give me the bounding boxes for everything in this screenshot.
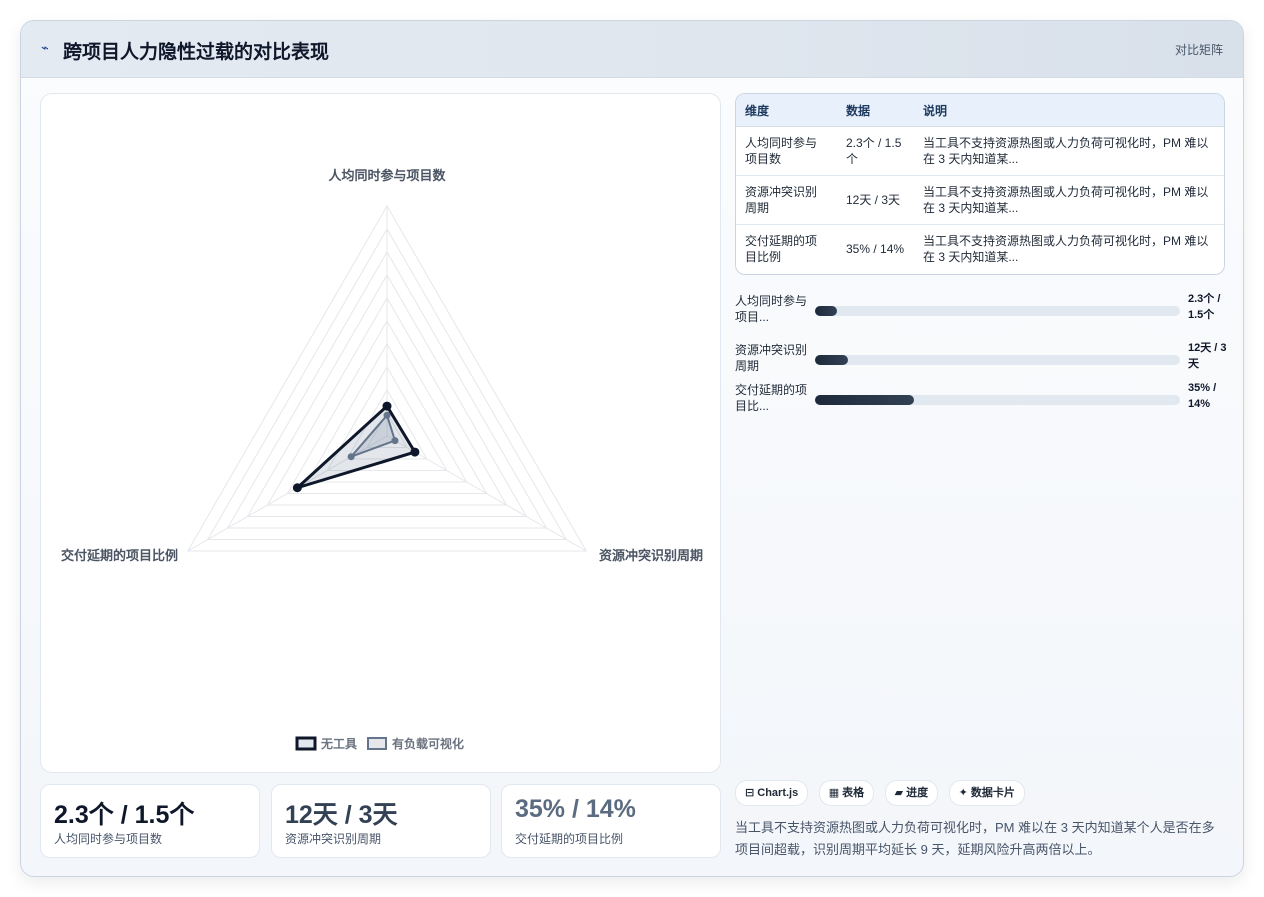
progress-row-projects: 人均同时参与项目... 2.3个 / 1.5个 bbox=[735, 293, 1225, 333]
radar-data-point bbox=[383, 411, 391, 419]
table-row: 交付延期的项目比例 35% / 14% 当工具不支持资源热图或人力负荷可视化时，… bbox=[736, 225, 1224, 274]
table-cell: 当工具不支持资源热图或人力负荷可视化时，PM 难以在 3 天内知道某... bbox=[923, 234, 1209, 264]
radar-axis-label: 交付延期的项目比例 bbox=[61, 548, 178, 563]
view-tag: 对比矩阵 bbox=[1174, 43, 1223, 57]
progress-track bbox=[815, 306, 1180, 316]
chip-progress[interactable]: ▰ 进度 bbox=[884, 780, 939, 806]
table-cell: 人均同时参与项目数 bbox=[736, 126, 837, 176]
table-cell: 当工具不支持资源热图或人力负荷可视化时，PM 难以在 3 天内知道某... bbox=[914, 126, 1224, 176]
radar-data-point bbox=[292, 483, 302, 493]
progress-fill bbox=[815, 355, 848, 365]
progress-fill bbox=[815, 306, 837, 316]
chip-list: ⊟ Chart.js ▦ 表格 ▰ 进度 ✦ 数据卡片 bbox=[735, 780, 1031, 806]
progress-track bbox=[815, 395, 1180, 405]
radar-axis-label: 人均同时参与项目数 bbox=[328, 168, 446, 183]
radar-data-point bbox=[347, 453, 355, 461]
chip-data-cards[interactable]: ✦ 数据卡片 bbox=[948, 780, 1025, 806]
progress-fill bbox=[815, 395, 914, 405]
matrix-card: ⌁ 跨项目人力隐性过载的对比表现 对比矩阵 人均同时参与项目数 资源冲突识别周期交… bbox=[20, 20, 1244, 877]
progress-label: 资源冲突识别周期 bbox=[735, 343, 808, 373]
legend-swatch bbox=[295, 736, 317, 751]
legend-label: 无工具 bbox=[320, 737, 357, 751]
column-header: 维度 bbox=[736, 94, 837, 127]
data-table: 维度 数据 说明 人均同时参与项目数 2.3个 / 1.5个 当工具不支持资源热… bbox=[735, 93, 1225, 275]
legend-label: 有负载可视化 bbox=[392, 736, 464, 751]
kpi-label: 人均同时参与项目数 bbox=[54, 832, 163, 846]
table-cell: 当工具不支持资源热图或人力负荷可视化时，PM 难以在 3 天内知道某... bbox=[914, 175, 1224, 225]
table-row: 资源冲突识别周期 12天 / 3天 当工具不支持资源热图或人力负荷可视化时，PM… bbox=[736, 175, 1224, 225]
table-cell: 12天 / 3天 bbox=[837, 175, 914, 225]
radar-data-point bbox=[410, 447, 420, 457]
line-chart-icon: ⌁ bbox=[41, 40, 49, 55]
kpi-label: 交付延期的项目比例 bbox=[515, 832, 624, 846]
radar-series-area bbox=[295, 404, 417, 490]
kpi-value: 12天 / 3天 bbox=[285, 801, 398, 829]
kpi-card-conflict: 12天 / 3天 资源冲突识别周期 bbox=[271, 784, 491, 858]
column-header: 数据 bbox=[837, 94, 914, 127]
radar-data-point bbox=[382, 401, 392, 411]
chip-table[interactable]: ▦ 表格 bbox=[818, 780, 875, 806]
radar-data-point bbox=[391, 437, 399, 445]
radar-axis-label: 资源冲突识别周期 bbox=[599, 548, 703, 563]
progress-row-conflict: 资源冲突识别周期 12天 / 3天 bbox=[735, 342, 1227, 382]
table-cell: 资源冲突识别周期 bbox=[736, 175, 837, 225]
legend-swatch bbox=[367, 737, 387, 750]
page-title: 跨项目人力隐性过载的对比表现 bbox=[63, 42, 330, 63]
progress-value: 35% / 14% bbox=[1188, 382, 1217, 410]
kpi-card-delay: 35% / 14% 交付延期的项目比例 bbox=[501, 784, 721, 858]
progress-row-delay: 交付延期的项目比... 35% / 14% bbox=[735, 382, 1225, 422]
table-cell: 交付延期的项目比例 bbox=[745, 234, 818, 264]
radar-chart: 人均同时参与项目数资源冲突识别周期 交付延期的项目比例无工具 有负载可视化 bbox=[61, 168, 703, 751]
radar-chart-panel: 人均同时参与项目数资源冲突识别周期 交付延期的项目比例无工具 有负载可视化 bbox=[40, 93, 721, 773]
column-header: 说明 bbox=[914, 94, 1224, 127]
table-row: 人均同时参与项目数 2.3个 / 1.5个 当工具不支持资源热图或人力负荷可视化… bbox=[736, 126, 1224, 176]
progress-label: 人均同时参与项目... bbox=[735, 294, 808, 324]
table-cell: 35% / 14% bbox=[846, 242, 905, 256]
progress-label: 交付延期的项目比... bbox=[735, 383, 808, 413]
table-cell: 2.3个 / 1.5个 bbox=[837, 126, 914, 176]
kpi-card-projects: 2.3个 / 1.5个 人均同时参与项目数 bbox=[40, 784, 260, 858]
kpi-label: 资源冲突识别周期 bbox=[285, 832, 382, 846]
chip-chartjs[interactable]: ⊟ Chart.js bbox=[735, 780, 809, 806]
card-header: ⌁ 跨项目人力隐性过载的对比表现 对比矩阵 bbox=[21, 21, 1243, 78]
summary-text: 当工具不支持资源热图或人力负荷可视化时，PM 难以在 3 天内知道某个人是否在多… bbox=[735, 820, 1215, 857]
progress-value: 2.3个 / 1.5个 bbox=[1188, 293, 1221, 321]
kpi-value: 2.3个 / 1.5个 bbox=[54, 801, 195, 829]
kpi-value: 35% / 14% bbox=[515, 795, 636, 823]
table-header-row: 维度 数据 说明 bbox=[736, 94, 1224, 127]
progress-value: 12天 / 3天 bbox=[1188, 342, 1227, 370]
progress-track bbox=[815, 355, 1180, 365]
